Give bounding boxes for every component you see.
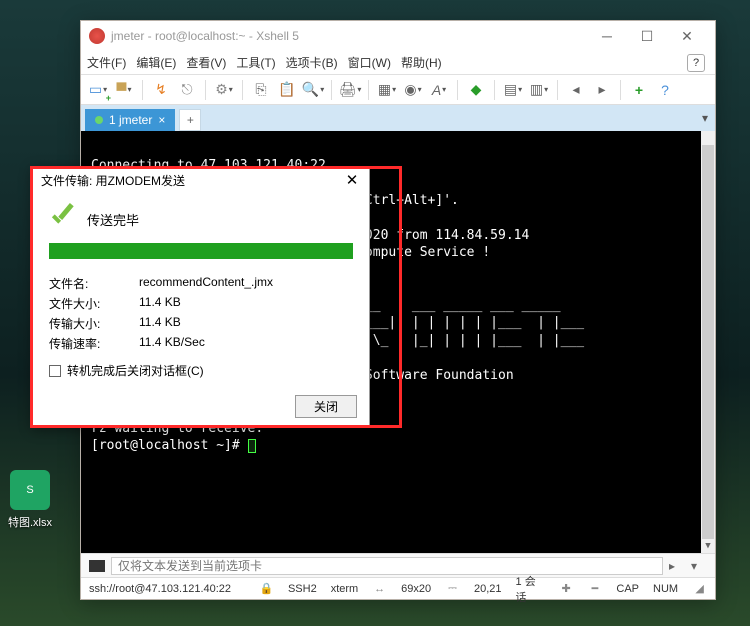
next-button[interactable]: ▸ xyxy=(591,79,613,101)
status-sess: 1 会话 xyxy=(516,573,545,605)
filename-value: recommendContent_.jmx xyxy=(139,275,273,292)
status-num: NUM xyxy=(653,583,678,595)
close-button[interactable]: ✕ xyxy=(667,22,707,50)
cursor xyxy=(248,439,256,453)
scroll-down-icon[interactable]: ▼ xyxy=(701,539,715,553)
compose-arrow-icon[interactable]: ▸ xyxy=(669,559,685,573)
compose-icon xyxy=(89,560,105,572)
menu-file[interactable]: 文件(F) xyxy=(87,54,126,71)
hint-icon[interactable]: ? xyxy=(687,54,705,72)
tab-add-button[interactable]: + xyxy=(179,109,201,131)
status-pos: 20,21 xyxy=(474,583,502,595)
menu-tools[interactable]: 工具(T) xyxy=(236,54,275,71)
find-button[interactable]: 🔍 xyxy=(302,79,324,101)
status-cap: CAP xyxy=(616,583,639,595)
checkbox-icon[interactable] xyxy=(49,365,61,377)
menu-view[interactable]: 查看(V) xyxy=(186,54,226,71)
app-icon xyxy=(89,28,105,44)
statusbar: ssh://root@47.103.121.40:22 🔒 SSH2 xterm… xyxy=(81,577,715,599)
color-button[interactable]: ◉ xyxy=(402,79,424,101)
close-after-checkbox[interactable]: 转机完成后关闭对话框(C) xyxy=(49,362,353,379)
tab-label: 1 jmeter xyxy=(109,113,152,127)
open-button[interactable]: ▀ xyxy=(113,79,135,101)
maximize-button[interactable]: ☐ xyxy=(627,22,667,50)
tab-status-icon xyxy=(95,116,103,124)
disconnect-button[interactable]: ⎋ xyxy=(176,79,198,101)
xlsx-icon: S xyxy=(10,470,50,510)
tab-close-icon[interactable]: × xyxy=(158,113,165,127)
terminal-scrollbar[interactable]: ▲ ▼ xyxy=(701,131,715,553)
properties-button[interactable]: ⚙ xyxy=(213,79,235,101)
compose-bar: ▸ ▾ xyxy=(81,553,715,577)
paste-button[interactable]: 📋 xyxy=(276,79,298,101)
script-button[interactable]: ▤ xyxy=(502,79,524,101)
tunnel-button[interactable]: ▥ xyxy=(528,79,550,101)
menu-window[interactable]: 窗口(W) xyxy=(348,54,391,71)
close-button[interactable]: 关闭 xyxy=(295,395,357,418)
dialog-titlebar[interactable]: 文件传输: 用ZMODEM发送 ✕ xyxy=(33,167,369,193)
titlebar[interactable]: jmeter - root@localhost:~ - Xshell 5 ─ ☐… xyxy=(81,21,715,51)
check-icon xyxy=(49,205,77,233)
status-term: xterm xyxy=(331,583,359,595)
new-session-button[interactable]: ▭+ xyxy=(87,79,109,101)
menubar: 文件(F) 编辑(E) 查看(V) 工具(T) 选项卡(B) 窗口(W) 帮助(… xyxy=(81,51,715,75)
menu-tabs[interactable]: 选项卡(B) xyxy=(286,54,338,71)
layout-icon[interactable]: ▦ xyxy=(376,79,398,101)
t-prompt: [root@localhost ~]# xyxy=(91,438,248,453)
size-icon: ↔ xyxy=(372,583,387,595)
transfersize-value: 11.4 KB xyxy=(139,315,181,332)
filesize-label: 文件大小: xyxy=(49,295,139,312)
filesize-value: 11.4 KB xyxy=(139,295,181,312)
tabbar: 1 jmeter × + ▾ xyxy=(81,105,715,131)
checkbox-label: 转机完成后关闭对话框(C) xyxy=(67,362,204,379)
compose-dropdown-icon[interactable]: ▾ xyxy=(691,559,707,573)
prev-button[interactable]: ◂ xyxy=(565,79,587,101)
status-conn: ssh://root@47.103.121.40:22 xyxy=(89,583,231,595)
minus-icon[interactable]: ━ xyxy=(588,582,603,595)
reconnect-button[interactable]: ↯ xyxy=(150,79,172,101)
dialog-title: 文件传输: 用ZMODEM发送 xyxy=(41,172,343,189)
transfersize-label: 传输大小: xyxy=(49,315,139,332)
font-button[interactable]: A xyxy=(428,79,450,101)
file-transfer-dialog: 文件传输: 用ZMODEM发送 ✕ 传送完毕 文件名:recommendCont… xyxy=(32,166,370,427)
minimize-button[interactable]: ─ xyxy=(587,22,627,50)
compose-input[interactable] xyxy=(111,557,663,575)
desktop-file-label: 特图.xlsx xyxy=(5,514,55,530)
tab-dropdown-icon[interactable]: ▾ xyxy=(695,111,715,125)
pos-icon: ⎓ xyxy=(445,582,460,595)
rate-label: 传输速率: xyxy=(49,335,139,352)
filename-label: 文件名: xyxy=(49,275,139,292)
window-title: jmeter - root@localhost:~ - Xshell 5 xyxy=(111,29,587,43)
print-button[interactable]: 🖨 xyxy=(339,79,361,101)
lock-icon: 🔒 xyxy=(259,582,274,595)
menu-help[interactable]: 帮助(H) xyxy=(401,54,442,71)
progress-fill xyxy=(49,243,353,259)
status-size: 69x20 xyxy=(401,583,431,595)
scroll-thumb[interactable] xyxy=(702,145,714,539)
desktop-file[interactable]: S 特图.xlsx xyxy=(5,470,55,530)
rate-value: 11.4 KB/Sec xyxy=(139,335,205,352)
add-button[interactable]: + xyxy=(628,79,650,101)
resize-icon[interactable]: ◢ xyxy=(692,582,707,595)
dialog-close-icon[interactable]: ✕ xyxy=(343,171,361,189)
menu-edit[interactable]: 编辑(E) xyxy=(136,54,176,71)
status-ssh: SSH2 xyxy=(288,583,317,595)
help-button[interactable]: ? xyxy=(654,79,676,101)
xftp-button[interactable]: ◆ xyxy=(465,79,487,101)
transfer-status: 传送完毕 xyxy=(87,210,139,229)
copy-button[interactable]: ⎘ xyxy=(250,79,272,101)
toolbar: ▭+ ▀ ↯ ⎋ ⚙ ⎘ 📋 🔍 🖨 ▦ ◉ A ◆ ▤ ▥ ◂ ▸ + ? xyxy=(81,75,715,105)
tab-jmeter[interactable]: 1 jmeter × xyxy=(85,109,175,131)
plus-icon[interactable]: ✚ xyxy=(559,582,574,595)
progress-bar xyxy=(49,243,353,259)
